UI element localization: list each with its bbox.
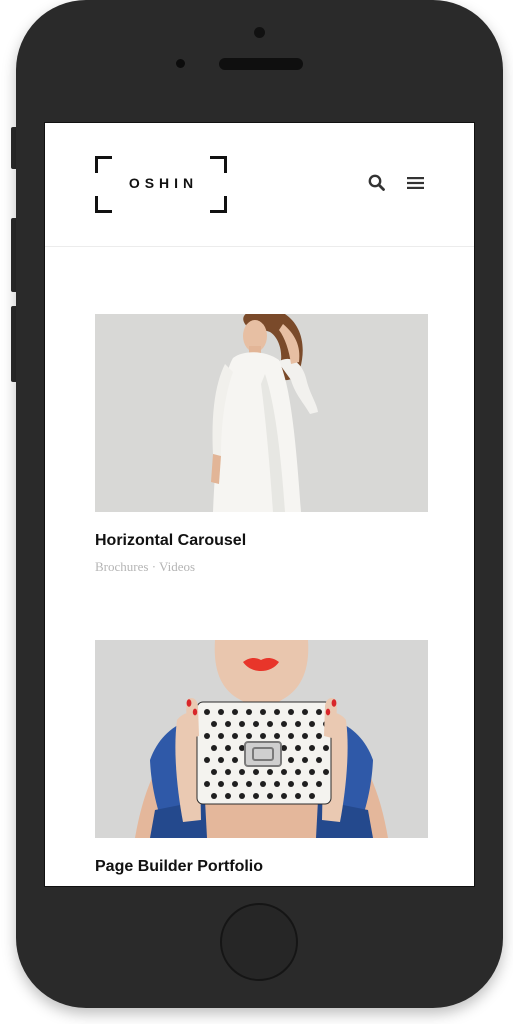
portfolio-list: Horizontal Carousel Brochures · Videos P…	[95, 314, 428, 876]
logo-text: OSHIN	[128, 175, 199, 191]
category-link[interactable]: Videos	[159, 559, 195, 574]
site-header: OSHIN	[45, 123, 474, 247]
portfolio-title[interactable]: Page Builder Portfolio	[95, 858, 428, 876]
hamburger-menu-icon[interactable]	[406, 173, 426, 193]
portfolio-image-woman-white-dress[interactable]	[95, 314, 428, 512]
portfolio-title[interactable]: Horizontal Carousel	[95, 532, 428, 550]
front-camera	[254, 27, 265, 38]
portfolio-categories: Brochures · Videos	[95, 559, 428, 575]
site-logo[interactable]: OSHIN	[95, 156, 227, 213]
portfolio-item[interactable]: Horizontal Carousel Brochures · Videos	[95, 314, 428, 600]
home-button[interactable]	[220, 903, 298, 981]
phone-screen: OSHIN Horizontal Carousel Brochures · Vi…	[44, 122, 475, 887]
logo-corner	[95, 156, 112, 173]
portfolio-image-woman-polka-dot-clutch[interactable]	[95, 640, 428, 838]
proximity-sensor	[176, 59, 185, 68]
logo-corner	[95, 196, 112, 213]
portfolio-item[interactable]: Page Builder Portfolio	[95, 640, 428, 876]
search-icon[interactable]	[367, 173, 387, 193]
category-link[interactable]: Brochures	[95, 559, 148, 574]
category-separator: ·	[151, 559, 157, 574]
logo-corner	[210, 196, 227, 213]
earpiece-speaker	[219, 58, 303, 70]
logo-corner	[210, 156, 227, 173]
